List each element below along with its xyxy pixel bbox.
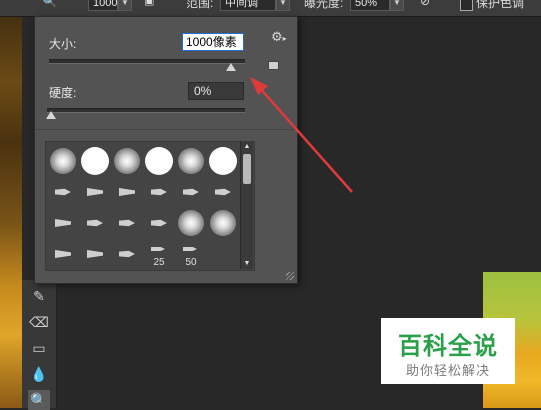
arrow-shaft bbox=[257, 85, 353, 193]
watermark-logo: 百科全说 助你轻松解决 bbox=[381, 318, 515, 384]
arrow-head bbox=[250, 77, 268, 95]
watermark-subtitle: 助你轻松解决 bbox=[405, 363, 490, 378]
watermark-title: 百科全说 bbox=[398, 333, 498, 360]
